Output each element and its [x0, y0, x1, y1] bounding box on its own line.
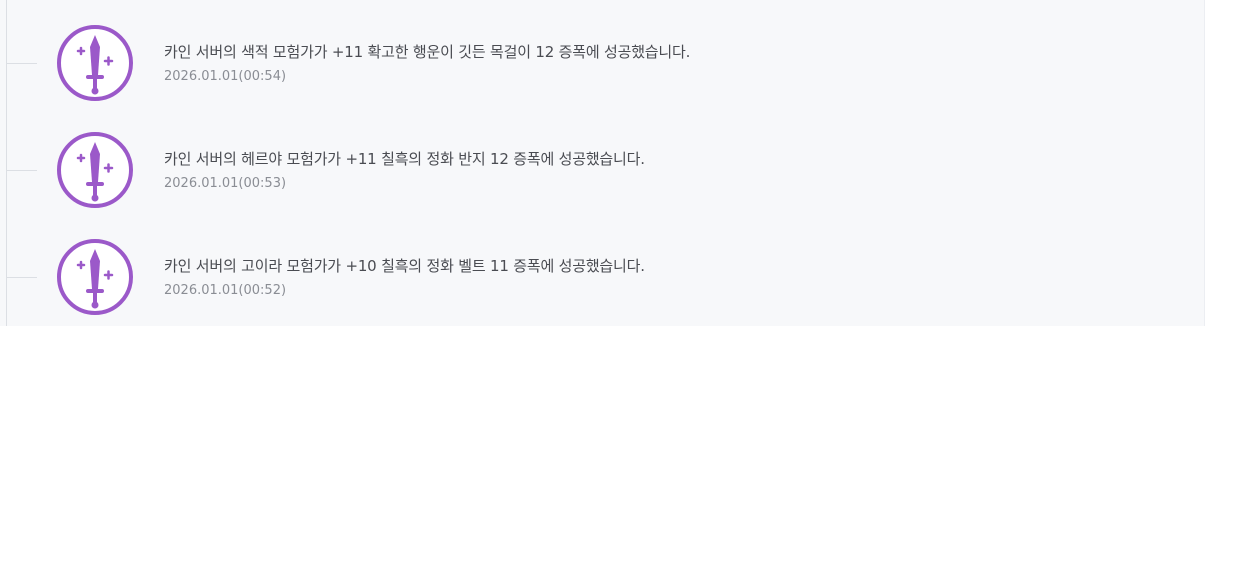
feed-item: 카인 서버의 색적 모험가가 +11 확고한 행운이 깃든 목걸이 12 증폭에…	[0, 0, 1205, 107]
feed-item: 카인 서버의 헤르야 모험가가 +11 칠흑의 정화 반지 12 증폭에 성공했…	[0, 107, 1205, 214]
feed-timestamp: 2026.01.01(00:52)	[164, 283, 287, 298]
activity-feed: 카인 서버의 색적 모험가가 +11 확고한 행운이 깃든 목걸이 12 증폭에…	[0, 0, 1205, 326]
feed-timestamp: 2026.01.01(00:54)	[164, 69, 287, 84]
feed-message: 카인 서버의 헤르야 모험가가 +11 칠흑의 정화 반지 12 증폭에 성공했…	[164, 150, 645, 168]
feed-message: 카인 서버의 색적 모험가가 +11 확고한 행운이 깃든 목걸이 12 증폭에…	[164, 43, 691, 61]
feed-item: 카인 서버의 고이라 모험가가 +10 칠흑의 정화 벨트 11 증폭에 성공했…	[0, 214, 1205, 321]
sword-icon	[57, 132, 135, 210]
timeline-connector	[7, 277, 37, 278]
sword-icon	[57, 25, 135, 103]
feed-timestamp: 2026.01.01(00:53)	[164, 176, 287, 191]
sword-icon	[57, 239, 135, 317]
feed-message: 카인 서버의 고이라 모험가가 +10 칠흑의 정화 벨트 11 증폭에 성공했…	[164, 257, 645, 275]
timeline-connector	[7, 63, 37, 64]
timeline-connector	[7, 170, 37, 171]
